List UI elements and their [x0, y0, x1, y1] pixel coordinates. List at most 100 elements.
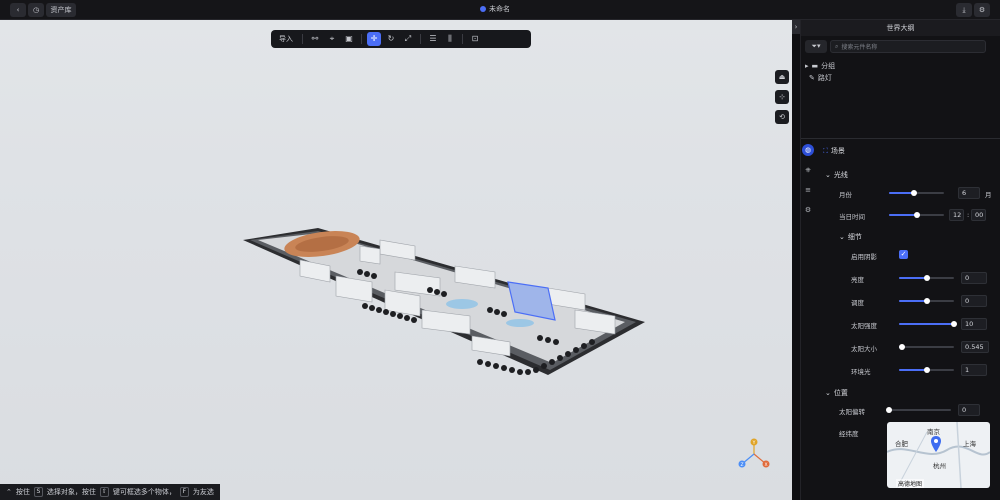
align-tool-button[interactable]: ☰	[426, 32, 440, 46]
brightness-input[interactable]: 0	[961, 272, 987, 284]
brightness-slider-knob[interactable]	[923, 275, 930, 281]
time-hour-input[interactable]: 12	[949, 209, 964, 221]
panel-collapse-button[interactable]: ›	[792, 20, 800, 34]
tree-item-group[interactable]: ▸ ▬ 分组	[805, 60, 835, 72]
sun-intensity-slider[interactable]	[899, 321, 957, 327]
outline-search-input[interactable]: ⌕ 搜索元件名称	[830, 40, 986, 53]
sun-size-slider-knob[interactable]	[899, 344, 906, 350]
ambient-slider[interactable]	[899, 367, 954, 373]
perspective-view-button[interactable]: ⏏	[775, 70, 789, 84]
sun-rotation-input[interactable]: 0	[958, 404, 980, 416]
axis-gizmo[interactable]: Y X Z	[738, 438, 770, 470]
sun-size-slider[interactable]	[899, 344, 954, 350]
time-minute-input[interactable]: 00	[971, 209, 986, 221]
sun-intensity-label: 太阳强度	[851, 322, 877, 330]
chevron-down-icon: ⌄	[839, 233, 845, 241]
time-slider-fill	[889, 214, 917, 216]
filter-button[interactable]: ⏷▾	[805, 40, 827, 53]
focus-view-button[interactable]: ⊹	[775, 90, 789, 104]
ambient-slider-knob[interactable]	[923, 367, 930, 373]
rotate-icon: ↻	[387, 34, 395, 43]
outline-title: 世界大纲	[801, 20, 1000, 36]
sun-rotation-slider-knob[interactable]	[886, 407, 892, 413]
link-icon: ⚯	[311, 34, 319, 43]
toolbar-divider	[420, 34, 421, 44]
scale-tool-button[interactable]: ⤢	[401, 32, 415, 46]
sun-intensity-input[interactable]: 10	[961, 318, 987, 330]
sun-rotation-slider[interactable]	[886, 407, 951, 413]
brightness-label: 亮度	[851, 276, 864, 284]
time-label: 当日时间	[839, 213, 865, 221]
lighting-label: 光线	[833, 171, 848, 179]
back-button[interactable]: ‹	[10, 3, 26, 17]
lighting-section-header[interactable]: ⌄ 光线	[825, 170, 848, 180]
pin-icon: ⌖	[329, 34, 335, 43]
select-objects-label: 选择对象，按住	[46, 488, 96, 496]
editor-app: ‹ ◷ 资产库 未命名 ⤓ ⚙ 导入 ⚯ ⌖ ▣ ✛ ↻ ⤢ ☰ ⫼ ⊡ ⏏ ⊹…	[0, 0, 1000, 500]
pin-tool-button[interactable]: ⌖	[325, 32, 339, 46]
import-button[interactable]: 导入	[275, 32, 297, 46]
key-hint: F	[179, 487, 189, 497]
tab-settings[interactable]: ⚙	[802, 204, 814, 216]
detail-section-header[interactable]: ⌄ 细节	[839, 232, 862, 242]
move-tool-button[interactable]: ✛	[367, 32, 381, 46]
lock-tool-button[interactable]: ⊡	[468, 32, 482, 46]
position-label: 位置	[833, 389, 848, 397]
list-icon: ≡	[805, 186, 811, 194]
ambient-input[interactable]: 1	[961, 364, 987, 376]
axis-y-label: Y	[752, 440, 756, 446]
perspective-icon: ⏏	[778, 73, 786, 81]
history-button[interactable]: ◷	[28, 3, 44, 17]
tree-item-label: 路灯	[817, 74, 832, 82]
download-button[interactable]: ⤓	[956, 3, 972, 17]
time-slider[interactable]	[889, 212, 944, 218]
tab-layers[interactable]: ⎈	[802, 164, 814, 176]
settings-button[interactable]: ⚙	[974, 3, 990, 17]
distribute-tool-button[interactable]: ⫼	[443, 32, 457, 46]
month-slider-knob[interactable]	[910, 190, 917, 196]
search-placeholder: 搜索元件名称	[841, 44, 878, 51]
contrast-slider-knob[interactable]	[923, 298, 930, 304]
month-input[interactable]: 6	[958, 187, 980, 199]
sun-intensity-slider-knob[interactable]	[951, 321, 957, 327]
globe-icon: ◍	[804, 146, 812, 154]
asset-library-button[interactable]: 资产库	[46, 3, 76, 17]
shadow-checkbox[interactable]: ✓	[899, 250, 908, 259]
expand-arrow-icon[interactable]: ▸	[805, 62, 809, 70]
property-tabs: ◍ ⎈ ≡ ⚙	[801, 144, 815, 216]
settings-icon: ⚙	[978, 6, 986, 14]
toolbar-divider	[302, 34, 303, 44]
axis-x-label: X	[764, 462, 767, 468]
link-tool-button[interactable]: ⚯	[308, 32, 322, 46]
time-slider-knob[interactable]	[913, 212, 920, 218]
latlng-label: 经纬度	[839, 430, 859, 438]
month-unit: 月	[985, 191, 992, 199]
lamp-icon: ✎	[809, 74, 815, 82]
rotate-tool-button[interactable]: ↻	[384, 32, 398, 46]
reset-view-button[interactable]: ⟲	[775, 110, 789, 124]
contrast-input[interactable]: 0	[961, 295, 987, 307]
month-slider[interactable]	[889, 190, 944, 196]
tree-item-label: 分组	[821, 62, 836, 70]
scale-icon: ⤢	[404, 34, 412, 43]
scene-header: ⛶ 场景	[823, 146, 845, 156]
key-hint: ⇧	[99, 487, 109, 497]
view-tools: ⏏ ⊹ ⟲	[775, 70, 789, 124]
map-pin-icon[interactable]	[931, 436, 941, 452]
status-bar: ⌃ 按住 S 选择对象，按住 ⇧ 键可框选多个物体， F 为友选	[0, 484, 220, 500]
map-city-label: 杭州	[933, 462, 946, 470]
scene-canvas[interactable]	[0, 20, 792, 500]
document-title[interactable]: 未命名	[480, 4, 510, 14]
position-section-header[interactable]: ⌄ 位置	[825, 388, 848, 398]
box-tool-button[interactable]: ▣	[342, 32, 356, 46]
contrast-slider[interactable]	[899, 298, 954, 304]
layers-icon: ⎈	[805, 166, 811, 174]
time-separator: :	[967, 211, 970, 219]
3d-viewport[interactable]: 导入 ⚯ ⌖ ▣ ✛ ↻ ⤢ ☰ ⫼ ⊡ ⏏ ⊹ ⟲ Y X Z	[0, 20, 792, 500]
tree-item-streetlight[interactable]: ✎ 路灯	[805, 72, 835, 84]
distribute-icon: ⫼	[448, 34, 452, 43]
sun-size-input[interactable]: 0.545	[961, 341, 989, 353]
tab-list[interactable]: ≡	[802, 184, 814, 196]
tab-scene[interactable]: ◍	[802, 144, 814, 156]
brightness-slider[interactable]	[899, 275, 954, 281]
